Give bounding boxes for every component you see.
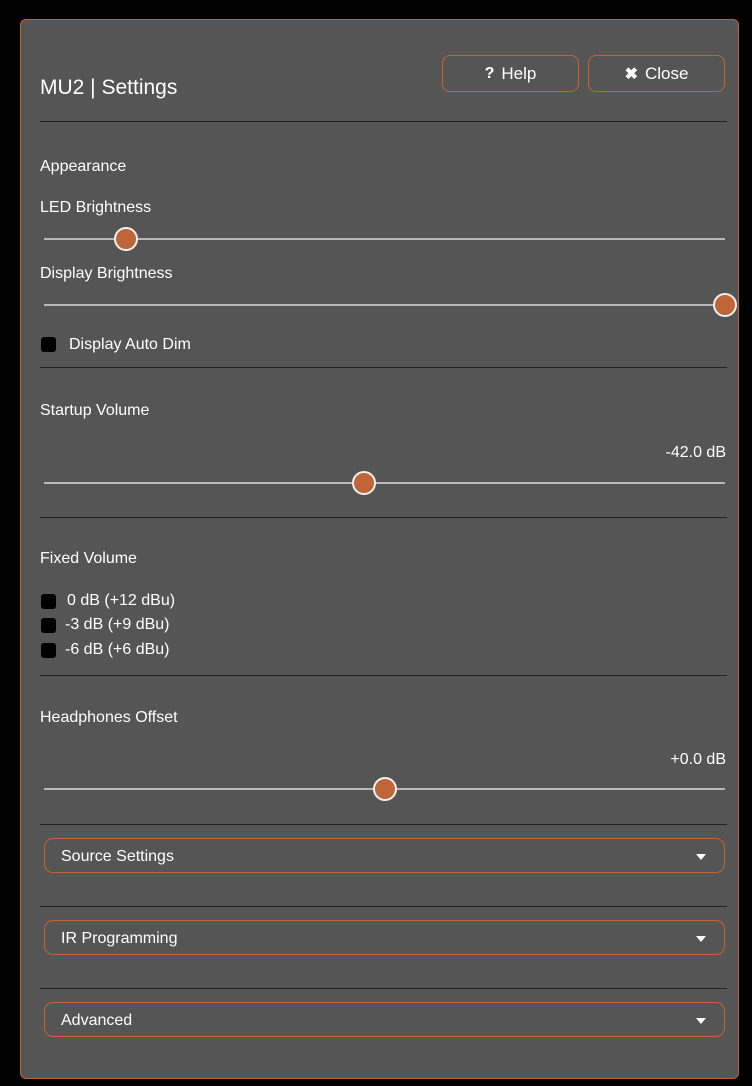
help-button-label: Help bbox=[501, 63, 537, 83]
x-icon: ✖ bbox=[624, 65, 638, 83]
page-title: MU2 | Settings bbox=[40, 76, 178, 99]
fixed-volume-heading: Fixed Volume bbox=[40, 550, 137, 567]
caret-down-icon bbox=[696, 1018, 706, 1024]
display-brightness-slider[interactable] bbox=[44, 293, 737, 317]
divider bbox=[40, 906, 727, 907]
divider bbox=[40, 121, 727, 122]
settings-panel: MU2 | Settings ? Help ✖ Close Appearance… bbox=[20, 19, 739, 1079]
led-brightness-label: LED Brightness bbox=[40, 199, 152, 216]
headphones-offset-value: +0.0 dB bbox=[670, 751, 726, 768]
startup-volume-slider[interactable] bbox=[44, 471, 725, 495]
led-brightness-handle[interactable] bbox=[113, 227, 138, 251]
caret-down-icon bbox=[696, 936, 706, 942]
advanced-dropdown[interactable]: Advanced bbox=[44, 1002, 725, 1037]
divider bbox=[40, 988, 727, 989]
ir-programming-dropdown[interactable]: IR Programming bbox=[44, 920, 725, 955]
fixed-volume-0db-label: 0 dB (+12 dBu) bbox=[67, 592, 176, 609]
divider bbox=[40, 675, 727, 676]
startup-volume-handle[interactable] bbox=[352, 471, 377, 495]
source-settings-label: Source Settings bbox=[61, 848, 174, 865]
divider bbox=[40, 367, 727, 368]
question-icon: ? bbox=[484, 64, 495, 82]
divider bbox=[40, 824, 727, 825]
divider bbox=[40, 517, 727, 518]
fixed-volume-minus6db-label: -6 dB (+6 dBu) bbox=[65, 641, 170, 658]
auto-dim-checkbox[interactable] bbox=[41, 337, 56, 352]
fixed-volume-0db-checkbox[interactable] bbox=[41, 594, 56, 609]
startup-volume-value: -42.0 dB bbox=[665, 444, 726, 461]
close-button-label: Close bbox=[644, 63, 689, 83]
fixed-volume-minus3db-label: -3 dB (+9 dBu) bbox=[65, 616, 170, 633]
headphones-offset-handle[interactable] bbox=[372, 777, 397, 801]
appearance-heading: Appearance bbox=[40, 158, 127, 175]
close-button[interactable]: ✖ Close bbox=[588, 55, 725, 92]
headphones-offset-slider[interactable] bbox=[44, 777, 725, 801]
fixed-volume-minus3db-checkbox[interactable] bbox=[41, 618, 56, 633]
advanced-label: Advanced bbox=[61, 1012, 133, 1029]
fixed-volume-minus6db-checkbox[interactable] bbox=[41, 643, 56, 658]
startup-volume-heading: Startup Volume bbox=[40, 402, 150, 419]
headphones-offset-heading: Headphones Offset bbox=[40, 709, 178, 726]
auto-dim-label: Display Auto Dim bbox=[69, 336, 191, 353]
help-button[interactable]: ? Help bbox=[442, 55, 579, 92]
ir-programming-label: IR Programming bbox=[61, 930, 178, 947]
display-brightness-label: Display Brightness bbox=[40, 265, 173, 282]
caret-down-icon bbox=[696, 854, 706, 860]
display-brightness-handle[interactable] bbox=[713, 293, 737, 317]
source-settings-dropdown[interactable]: Source Settings bbox=[44, 838, 725, 873]
led-brightness-slider[interactable] bbox=[44, 227, 725, 251]
